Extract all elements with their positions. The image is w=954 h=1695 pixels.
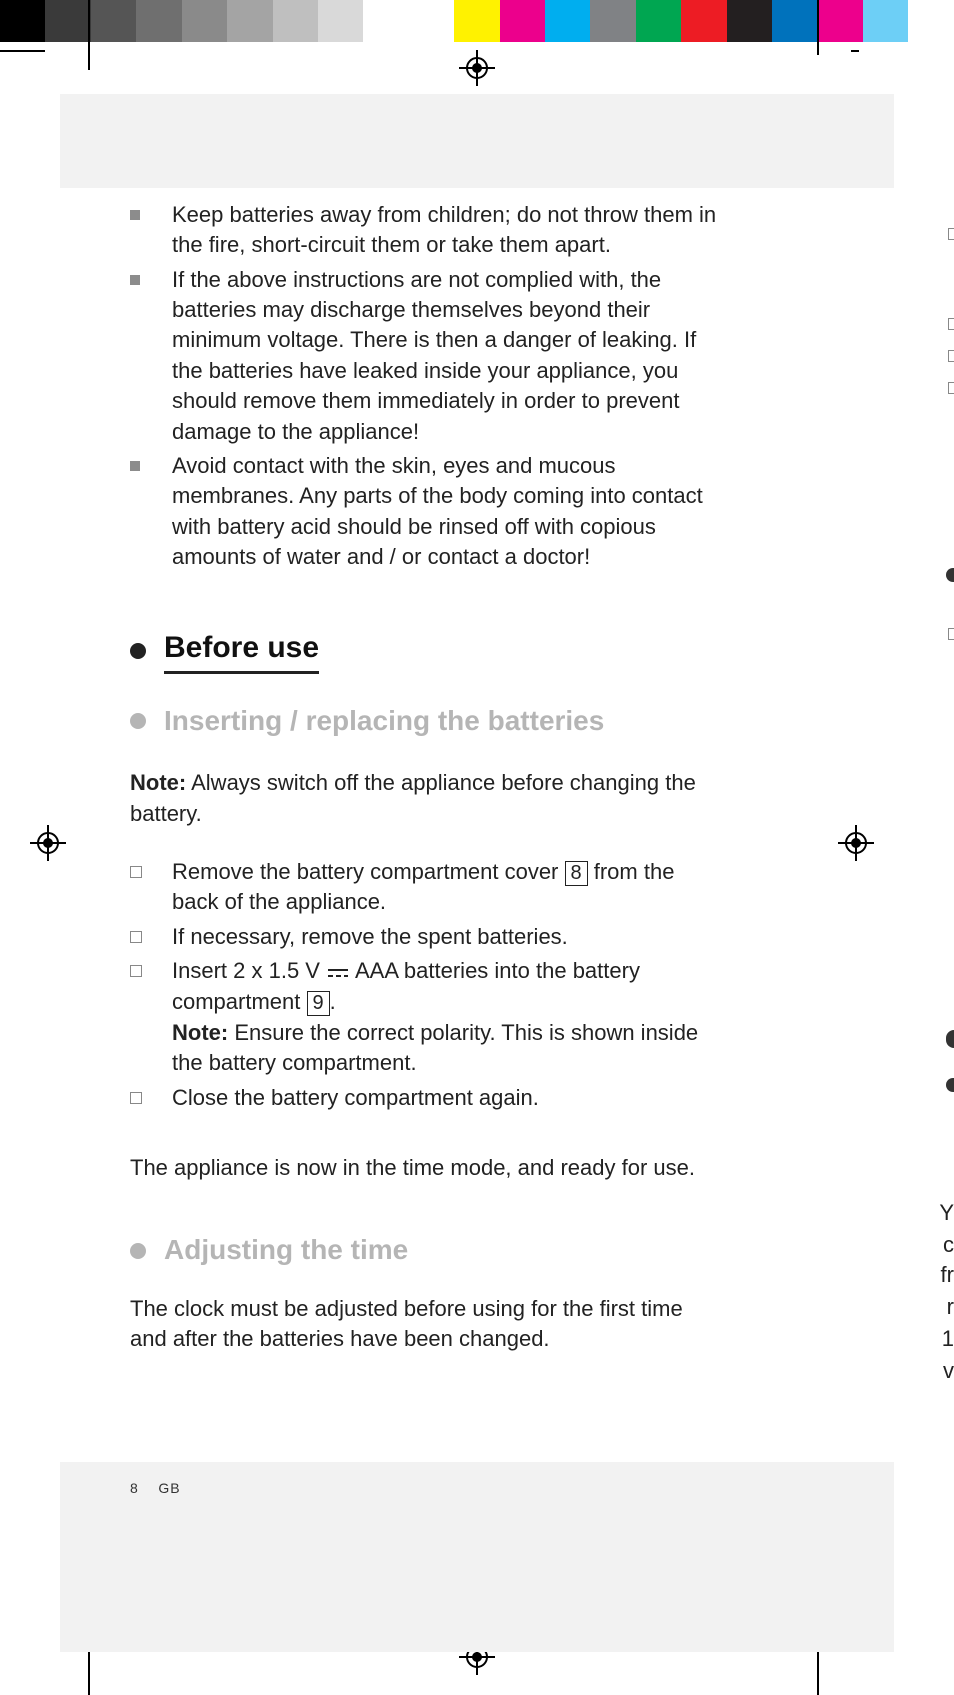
swatch <box>727 0 772 42</box>
edge-fragment <box>948 228 954 240</box>
swatch <box>681 0 726 42</box>
note-paragraph: Note: Always switch off the appliance be… <box>130 768 720 829</box>
step-item: Remove the battery compartment cover 8 f… <box>130 857 720 918</box>
swatch <box>636 0 681 42</box>
edge-fragment <box>948 350 954 362</box>
edge-fragment <box>948 382 954 394</box>
printer-color-bar <box>0 0 954 42</box>
edge-fragment: fr <box>941 1262 954 1288</box>
bullet-text: Keep batteries away from children; do no… <box>172 202 716 257</box>
page-footer: 8 GB <box>130 1480 181 1496</box>
section-heading-inserting: Inserting / replacing the batteries <box>130 702 720 741</box>
step-text: . <box>330 989 336 1014</box>
section-heading-adjusting: Adjusting the time <box>130 1231 720 1270</box>
crop-mark <box>88 0 90 70</box>
page-number: 8 <box>130 1480 139 1496</box>
swatch <box>500 0 545 42</box>
step-item: Insert 2 x 1.5 V AAA batteries into the … <box>130 956 720 1078</box>
part-reference: 8 <box>565 861 588 886</box>
swatch <box>45 0 90 42</box>
section-heading-before-use: Before use <box>130 627 720 673</box>
heading-title: Before use <box>164 627 319 673</box>
heading-title: Inserting / replacing the batteries <box>164 702 604 741</box>
swatch <box>182 0 227 42</box>
step-list: Remove the battery compartment cover 8 f… <box>130 857 720 1113</box>
swatch <box>818 0 863 42</box>
part-reference: 9 <box>307 991 330 1016</box>
ready-paragraph: The appliance is now in the time mode, a… <box>130 1153 720 1183</box>
swatch <box>273 0 318 42</box>
safety-bullet-list: Keep batteries away from children; do no… <box>130 200 720 572</box>
step-item: Close the battery compartment again. <box>130 1083 720 1113</box>
step-note-text: Ensure the correct polarity. This is sho… <box>172 1020 698 1075</box>
step-text: Insert 2 x 1.5 V <box>172 958 320 983</box>
swatch <box>863 0 908 42</box>
swatch <box>409 0 454 42</box>
bullet-text: Avoid contact with the skin, eyes and mu… <box>172 453 703 569</box>
bullet-text: If the above instructions are not compli… <box>172 267 696 444</box>
swatch <box>91 0 136 42</box>
page-language: GB <box>158 1480 180 1496</box>
edge-fragment: c <box>943 1232 954 1258</box>
registration-mark-icon <box>838 825 874 861</box>
registration-mark-icon <box>459 50 495 86</box>
swatch <box>318 0 363 42</box>
safety-bullet: Keep batteries away from children; do no… <box>130 200 720 261</box>
heading-bullet-icon <box>130 713 146 729</box>
note-label: Note: <box>172 1020 228 1045</box>
step-text: If necessary, remove the spent batteries… <box>172 924 568 949</box>
safety-bullet: If the above instructions are not compli… <box>130 265 720 447</box>
step-item: If necessary, remove the spent batteries… <box>130 922 720 952</box>
safety-bullet: Avoid contact with the skin, eyes and mu… <box>130 451 720 572</box>
swatch <box>590 0 635 42</box>
swatch <box>363 0 408 42</box>
swatch <box>772 0 817 42</box>
crop-mark <box>0 50 45 52</box>
edge-fragment <box>948 318 954 330</box>
note-text: Always switch off the appliance before c… <box>130 770 696 825</box>
edge-fragment <box>946 568 954 582</box>
edge-fragment <box>948 628 954 640</box>
crop-mark <box>817 0 819 55</box>
note-label: Note: <box>130 770 186 795</box>
swatch <box>908 0 953 42</box>
registration-mark-icon <box>30 825 66 861</box>
heading-title: Adjusting the time <box>164 1231 408 1270</box>
swatch <box>0 0 45 42</box>
page-content: Keep batteries away from children; do no… <box>130 200 720 1355</box>
heading-bullet-icon <box>130 1243 146 1259</box>
edge-fragment: v <box>943 1358 954 1384</box>
edge-fragment <box>946 1078 954 1092</box>
swatch <box>545 0 590 42</box>
heading-bullet-icon <box>130 643 146 659</box>
swatch <box>454 0 499 42</box>
footer-bar <box>60 1462 894 1652</box>
edge-fragment: 1 <box>942 1326 954 1352</box>
adjust-intro-paragraph: The clock must be adjusted before using … <box>130 1294 720 1355</box>
edge-fragment: Y <box>939 1200 954 1226</box>
edge-fragment: r <box>947 1294 954 1320</box>
step-text: Remove the battery compartment cover <box>172 859 565 884</box>
swatch <box>136 0 181 42</box>
step-text: Close the battery compartment again. <box>172 1085 539 1110</box>
dc-voltage-icon <box>326 957 350 987</box>
edge-fragment <box>946 1030 954 1048</box>
crop-mark <box>851 50 859 52</box>
header-bar <box>60 94 894 188</box>
swatch <box>227 0 272 42</box>
